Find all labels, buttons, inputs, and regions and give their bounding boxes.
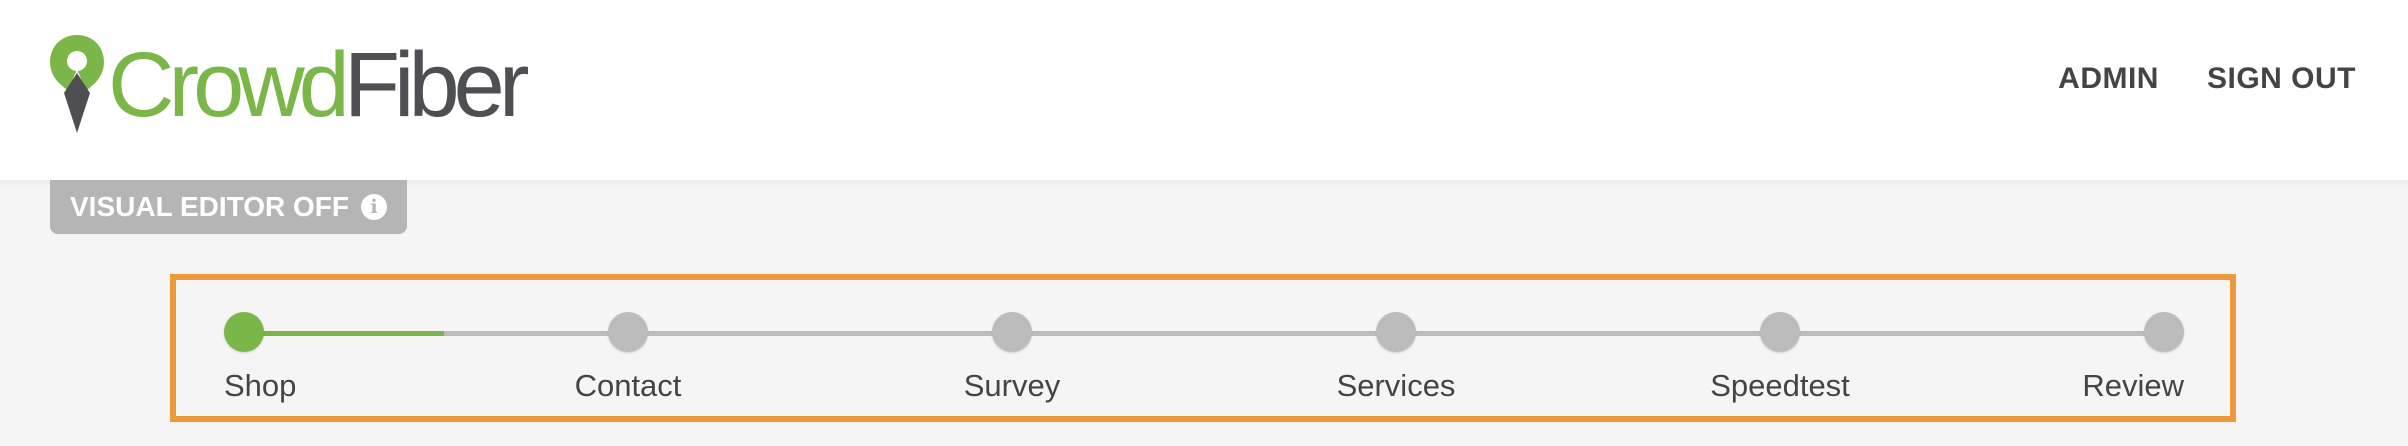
progress-track: [244, 331, 2162, 336]
step-dot: [1376, 312, 1416, 352]
top-header: CrowdFiber ADMIN SIGN OUT: [0, 0, 2408, 180]
step-label: Speedtest: [1710, 368, 1850, 403]
step-label: Survey: [963, 368, 1061, 403]
map-pin-icon: [50, 35, 104, 133]
step-label: Services: [1336, 368, 1456, 403]
visual-editor-label: VISUAL EDITOR OFF: [70, 191, 349, 222]
logo-fiber-text: Fiber: [343, 34, 530, 136]
step-dot: [608, 312, 648, 352]
step-label: Shop: [224, 368, 297, 403]
visual-editor-toggle[interactable]: VISUAL EDITOR OFF i: [50, 180, 407, 234]
crowdfiber-logo[interactable]: CrowdFiber: [48, 32, 529, 137]
logo-crowd-text: Crowd: [108, 34, 350, 136]
step-label: Contact: [574, 368, 682, 403]
step-dot: [992, 312, 1032, 352]
admin-link[interactable]: ADMIN: [2058, 62, 2159, 96]
step-label: Review: [2082, 368, 2184, 403]
top-nav: ADMIN SIGN OUT: [2058, 62, 2356, 96]
progress-track-fill: [244, 331, 444, 336]
info-icon[interactable]: i: [361, 194, 387, 220]
sign-out-link[interactable]: SIGN OUT: [2207, 62, 2356, 96]
step-dot: [224, 312, 264, 352]
logo-wordmark: CrowdFiber: [108, 39, 529, 131]
progress-stepper: Shop Contact Survey Services Speedtest R…: [170, 274, 2236, 422]
step-dot: [1760, 312, 1800, 352]
step-dot: [2144, 312, 2184, 352]
